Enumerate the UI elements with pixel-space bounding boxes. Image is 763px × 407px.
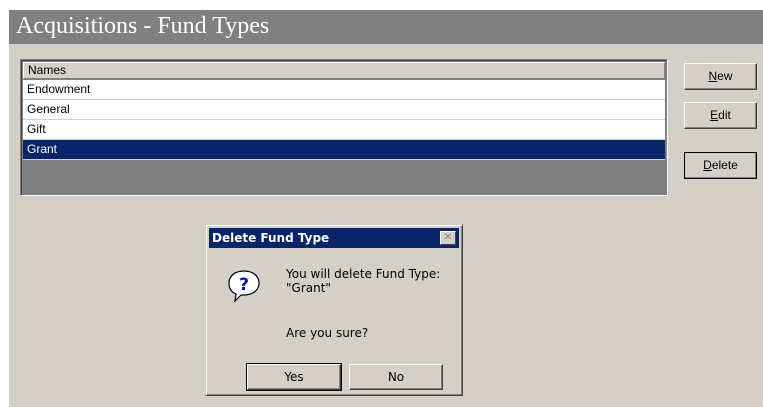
list-item[interactable]: Endowment <box>23 80 665 100</box>
dialog-confirm-text: Are you sure? <box>286 326 369 340</box>
no-button[interactable]: No <box>349 364 443 390</box>
column-header-names[interactable]: Names <box>23 62 665 79</box>
new-button-label: ew <box>717 69 733 83</box>
delete-button[interactable]: Delete <box>684 152 757 179</box>
question-icon: ? <box>226 268 262 304</box>
list-item[interactable]: Gift <box>23 120 665 140</box>
svg-text:?: ? <box>239 275 249 295</box>
new-button-mnemonic: N <box>708 69 718 83</box>
window-titlebar: Acquisitions - Fund Types <box>9 10 763 44</box>
delete-button-label: elete <box>711 158 738 172</box>
dialog-titlebar: Delete Fund Type ✕ <box>209 228 459 248</box>
fund-types-window: Acquisitions - Fund Types Names Endowmen… <box>9 10 763 407</box>
dialog-message: You will delete Fund Type: "Grant" <box>286 267 456 295</box>
edit-button[interactable]: Edit <box>684 102 757 129</box>
new-button[interactable]: New <box>684 63 757 90</box>
dialog-message-line2: "Grant" <box>286 281 331 295</box>
delete-button-mnemonic: D <box>703 158 712 172</box>
fund-types-list[interactable]: Names Endowment General Gift Grant <box>20 59 668 196</box>
dialog-title: Delete Fund Type <box>212 231 330 245</box>
edit-button-label: dit <box>718 108 731 122</box>
window-title: Acquisitions - Fund Types <box>16 13 270 39</box>
yes-button[interactable]: Yes <box>246 363 342 391</box>
close-icon[interactable]: ✕ <box>440 231 456 245</box>
dialog-message-line1: You will delete Fund Type: <box>286 267 441 281</box>
delete-fund-type-dialog: Delete Fund Type ✕ ? You will delete Fun… <box>205 224 463 396</box>
list-item-selected[interactable]: Grant <box>23 140 665 160</box>
list-item[interactable]: General <box>23 100 665 120</box>
edit-button-mnemonic: E <box>710 108 719 122</box>
